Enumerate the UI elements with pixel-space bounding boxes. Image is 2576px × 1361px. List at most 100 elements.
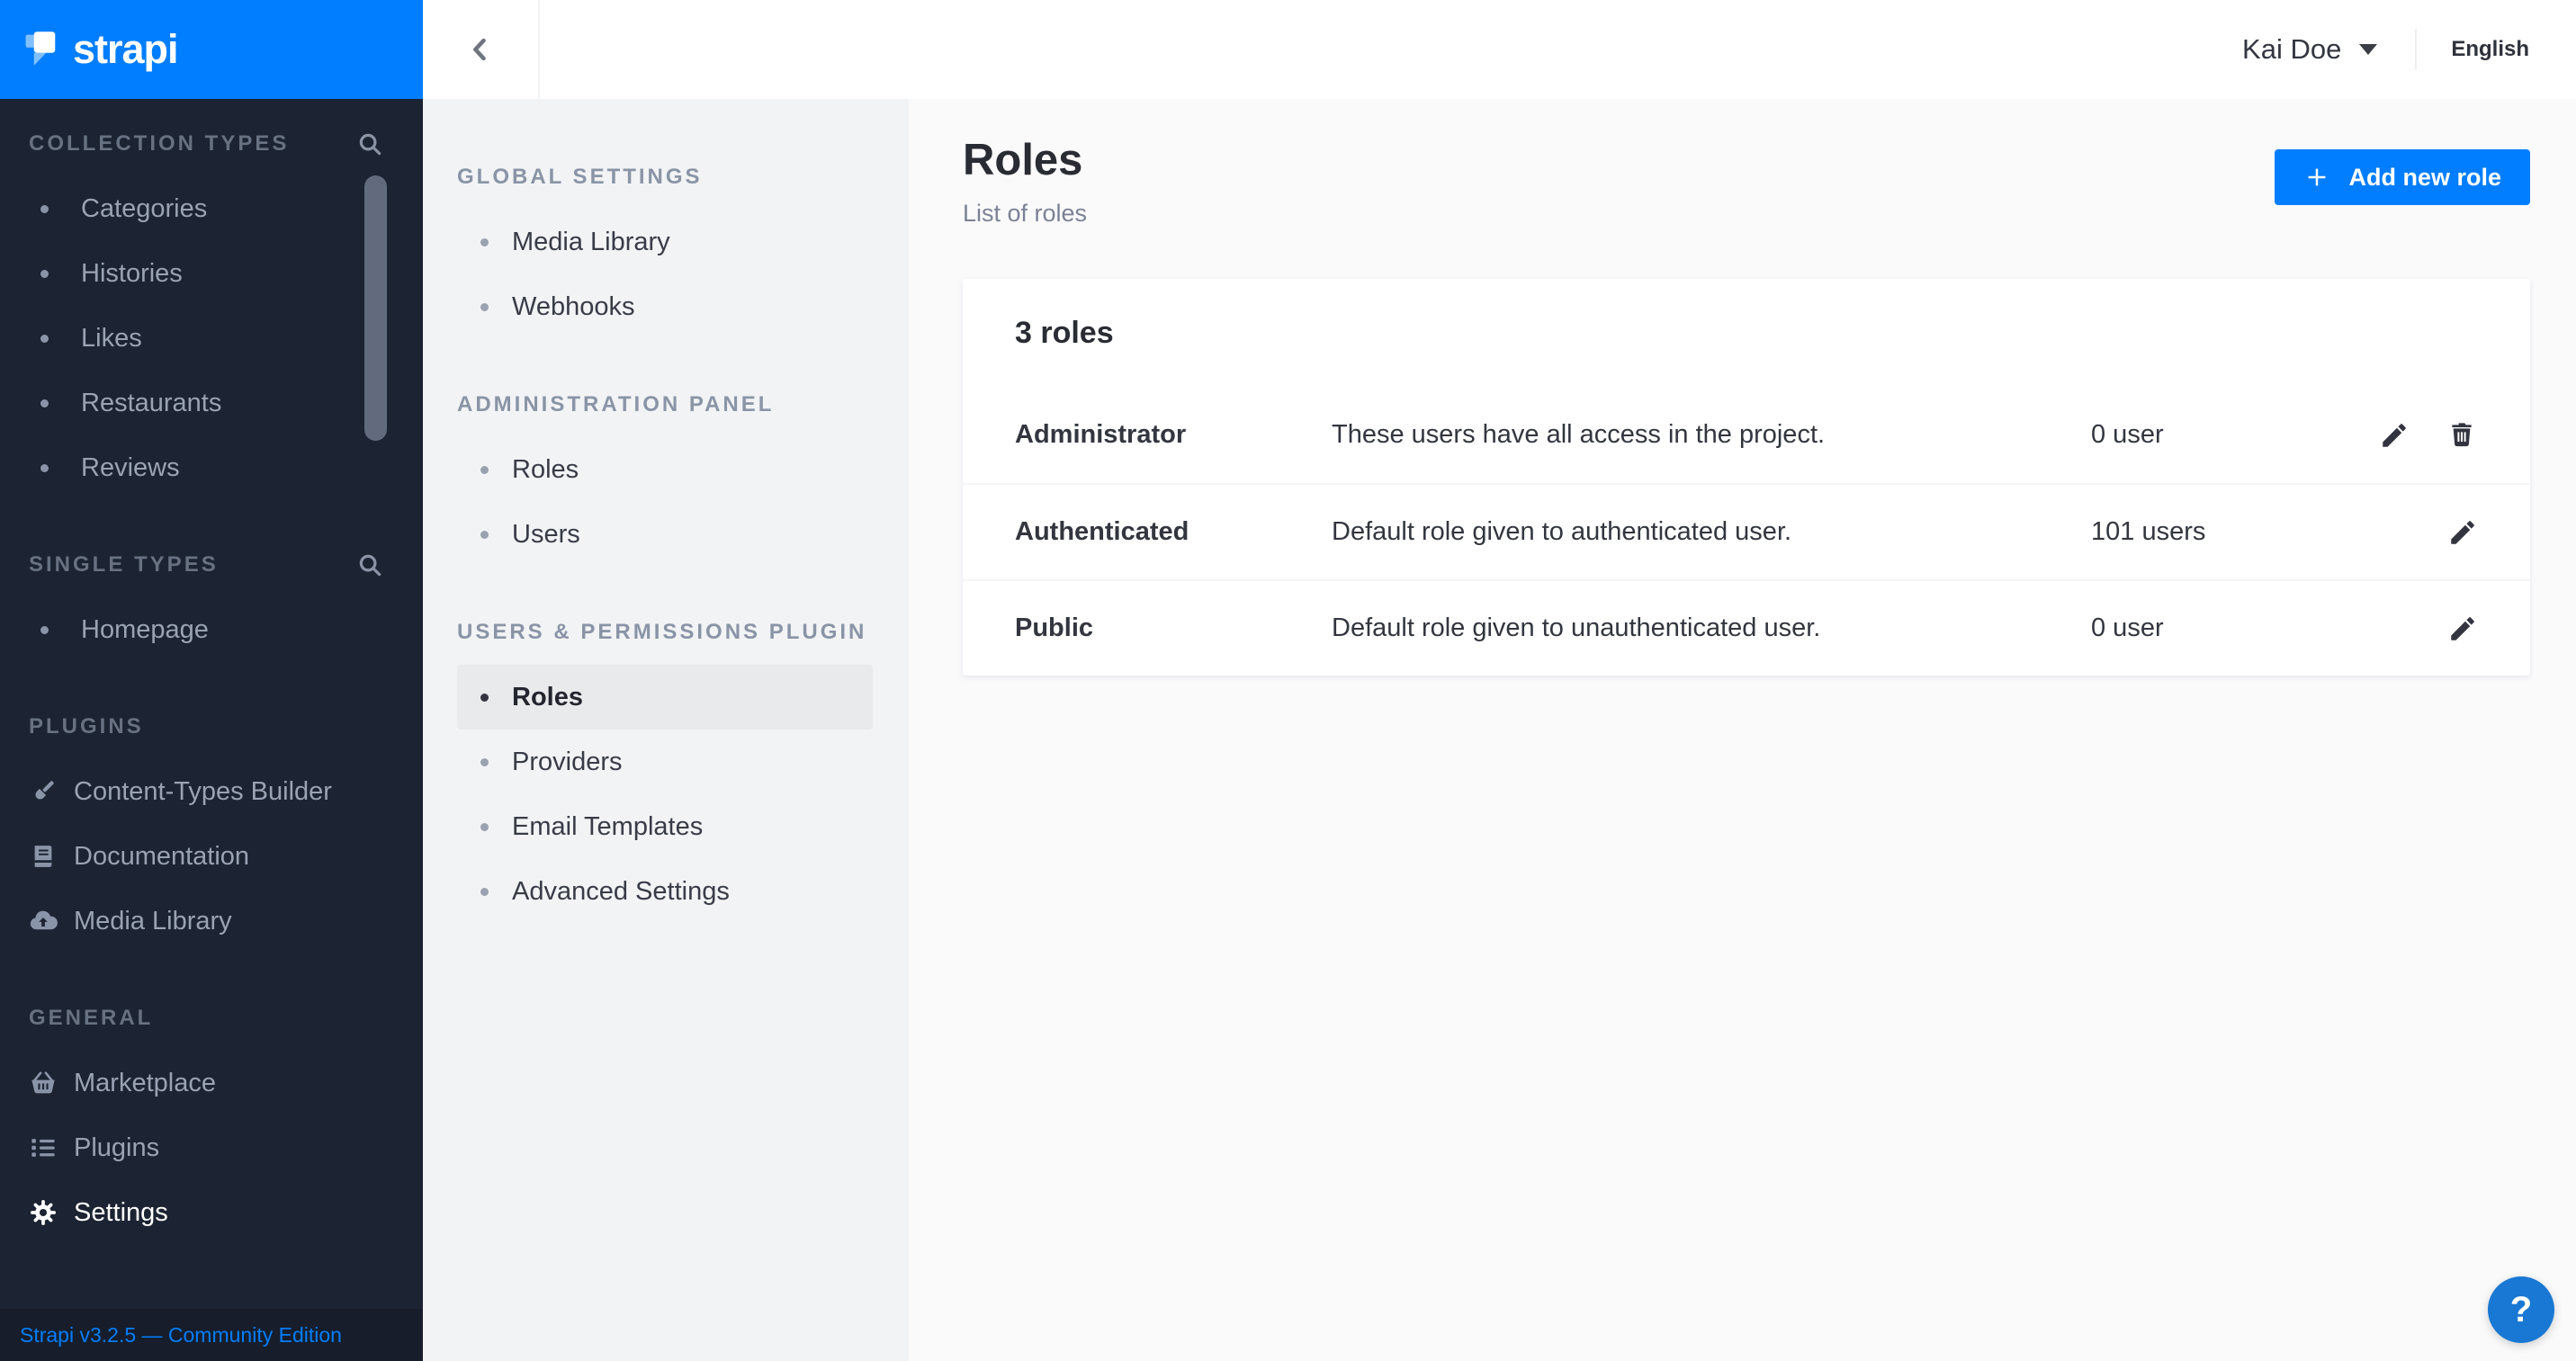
sidebar-item-content-types-builder[interactable]: Content-Types Builder [0,759,423,824]
strapi-admin-app: strapi Kai Doe English COLLECTION TYPES [0,0,2576,1361]
roles-card: 3 roles Administrator These users have a… [963,279,2530,676]
role-actions [2361,420,2478,451]
settings-nav-item-advanced-settings[interactable]: Advanced Settings [457,859,873,924]
settings-section-admin-panel: ADMINISTRATION PANEL [423,372,909,437]
role-name: Public [1015,613,1332,643]
role-name: Authenticated [1015,517,1332,547]
sidebar-item-settings[interactable]: Settings [0,1180,423,1245]
bullet-icon [480,238,489,246]
section-plugins: PLUGINS [0,694,423,759]
bullet-icon [480,758,489,766]
section-label: ADMINISTRATION PANEL [457,392,774,417]
basket-icon [27,1067,59,1099]
settings-nav-item-webhooks[interactable]: Webhooks [457,274,873,339]
sidebar-item-likes[interactable]: Likes [0,306,423,371]
settings-nav: GLOBAL SETTINGS Media Library Webhooks A… [423,99,909,1361]
user-name: Kai Doe [2242,33,2341,66]
plus-icon [2303,164,2330,191]
chevron-left-icon [465,34,496,65]
bullet-icon [40,270,49,278]
settings-section-global: GLOBAL SETTINGS [423,145,909,210]
section-label: USERS & PERMISSIONS PLUGIN [457,620,866,645]
bullet-icon [40,205,49,213]
sidebar-item-categories[interactable]: Categories [0,176,423,241]
section-label: SINGLE TYPES [29,552,219,578]
book-icon [27,840,59,873]
strapi-logo-text: strapi [73,26,178,73]
settings-nav-item-admin-roles[interactable]: Roles [457,437,873,502]
sidebar-item-plugins[interactable]: Plugins [0,1115,423,1180]
list-icon [27,1132,59,1164]
bullet-icon [40,464,49,472]
table-row-administrator[interactable]: Administrator These users have all acces… [963,387,2530,483]
sidebar-item-homepage[interactable]: Homepage [0,597,423,662]
search-icon[interactable] [356,551,383,578]
sidebar-scrollbar[interactable] [364,175,387,441]
role-description: These users have all access in the proje… [1332,420,2091,450]
delete-icon[interactable] [2447,420,2478,451]
sidebar-item-label: Restaurants [81,389,221,418]
search-icon[interactable] [356,130,383,157]
role-users-count: 101 users [2091,517,2361,547]
bullet-icon [480,694,489,702]
paintbrush-icon [27,775,59,808]
bullet-icon [480,823,489,831]
sidebar-item-label: Content-Types Builder [74,777,332,807]
sidebar-footer: Strapi v3.2.5 — Community Edition [0,1309,423,1361]
sidebar-item-documentation[interactable]: Documentation [0,824,423,889]
edit-icon[interactable] [2379,420,2410,451]
settings-nav-item-label: Roles [512,455,579,485]
settings-nav-item-media-library[interactable]: Media Library [457,210,873,274]
sidebar-item-marketplace[interactable]: Marketplace [0,1051,423,1115]
sidebar-item-label: Histories [81,259,183,289]
section-single-types: SINGLE TYPES [0,533,423,597]
caret-down-icon [2359,44,2377,55]
page-subtitle: List of roles [963,200,1087,228]
role-description: Default role given to unauthenticated us… [1332,613,2091,643]
role-users-count: 0 user [2091,613,2361,643]
sidebar-item-histories[interactable]: Histories [0,241,423,306]
role-users-count: 0 user [2091,420,2361,450]
language-selector[interactable]: English [2451,37,2529,62]
back-button[interactable] [423,0,540,99]
add-new-role-button[interactable]: Add new role [2275,149,2530,205]
table-row-authenticated[interactable]: Authenticated Default role given to auth… [963,483,2530,579]
role-actions [2361,613,2478,644]
bullet-icon [480,888,489,896]
header-right: Kai Doe English [2242,29,2576,70]
help-button[interactable]: ? [2488,1276,2554,1343]
sidebar-item-reviews[interactable]: Reviews [0,435,423,500]
settings-nav-item-label: Roles [512,683,583,712]
settings-nav-item-email-templates[interactable]: Email Templates [457,794,873,859]
settings-nav-item-up-roles[interactable]: Roles [457,665,873,730]
role-name: Administrator [1015,420,1332,450]
strapi-logo-icon [23,22,61,77]
section-label: COLLECTION TYPES [29,131,289,157]
bullet-icon [40,335,49,343]
section-general: GENERAL [0,986,423,1051]
edit-icon[interactable] [2447,517,2478,548]
settings-nav-item-providers[interactable]: Providers [457,730,873,794]
table-row-public[interactable]: Public Default role given to unauthentic… [963,579,2530,676]
add-new-role-label: Add new role [2348,164,2501,192]
settings-nav-item-label: Advanced Settings [512,877,730,907]
bullet-icon [480,466,489,474]
user-menu[interactable]: Kai Doe [2242,33,2377,66]
gear-icon [27,1196,59,1229]
page-title: Roles [963,135,1082,185]
bullet-icon [40,626,49,634]
role-description: Default role given to authenticated user… [1332,517,2091,547]
sidebar-item-restaurants[interactable]: Restaurants [0,371,423,435]
sidebar-item-label: Plugins [74,1133,159,1163]
strapi-version-link[interactable]: Strapi v3.2.5 — Community Edition [20,1323,342,1348]
header-divider [2415,29,2417,70]
bullet-icon [480,303,489,311]
settings-nav-item-label: Users [512,520,580,550]
settings-nav-item-admin-users[interactable]: Users [457,502,873,567]
main-content: Roles List of roles Add new role 3 roles… [909,99,2576,1361]
edit-icon[interactable] [2447,613,2478,644]
sidebar-item-media-library[interactable]: Media Library [0,889,423,954]
settings-nav-item-label: Media Library [512,228,670,257]
section-label: GENERAL [29,1006,153,1031]
section-label: PLUGINS [29,714,144,739]
